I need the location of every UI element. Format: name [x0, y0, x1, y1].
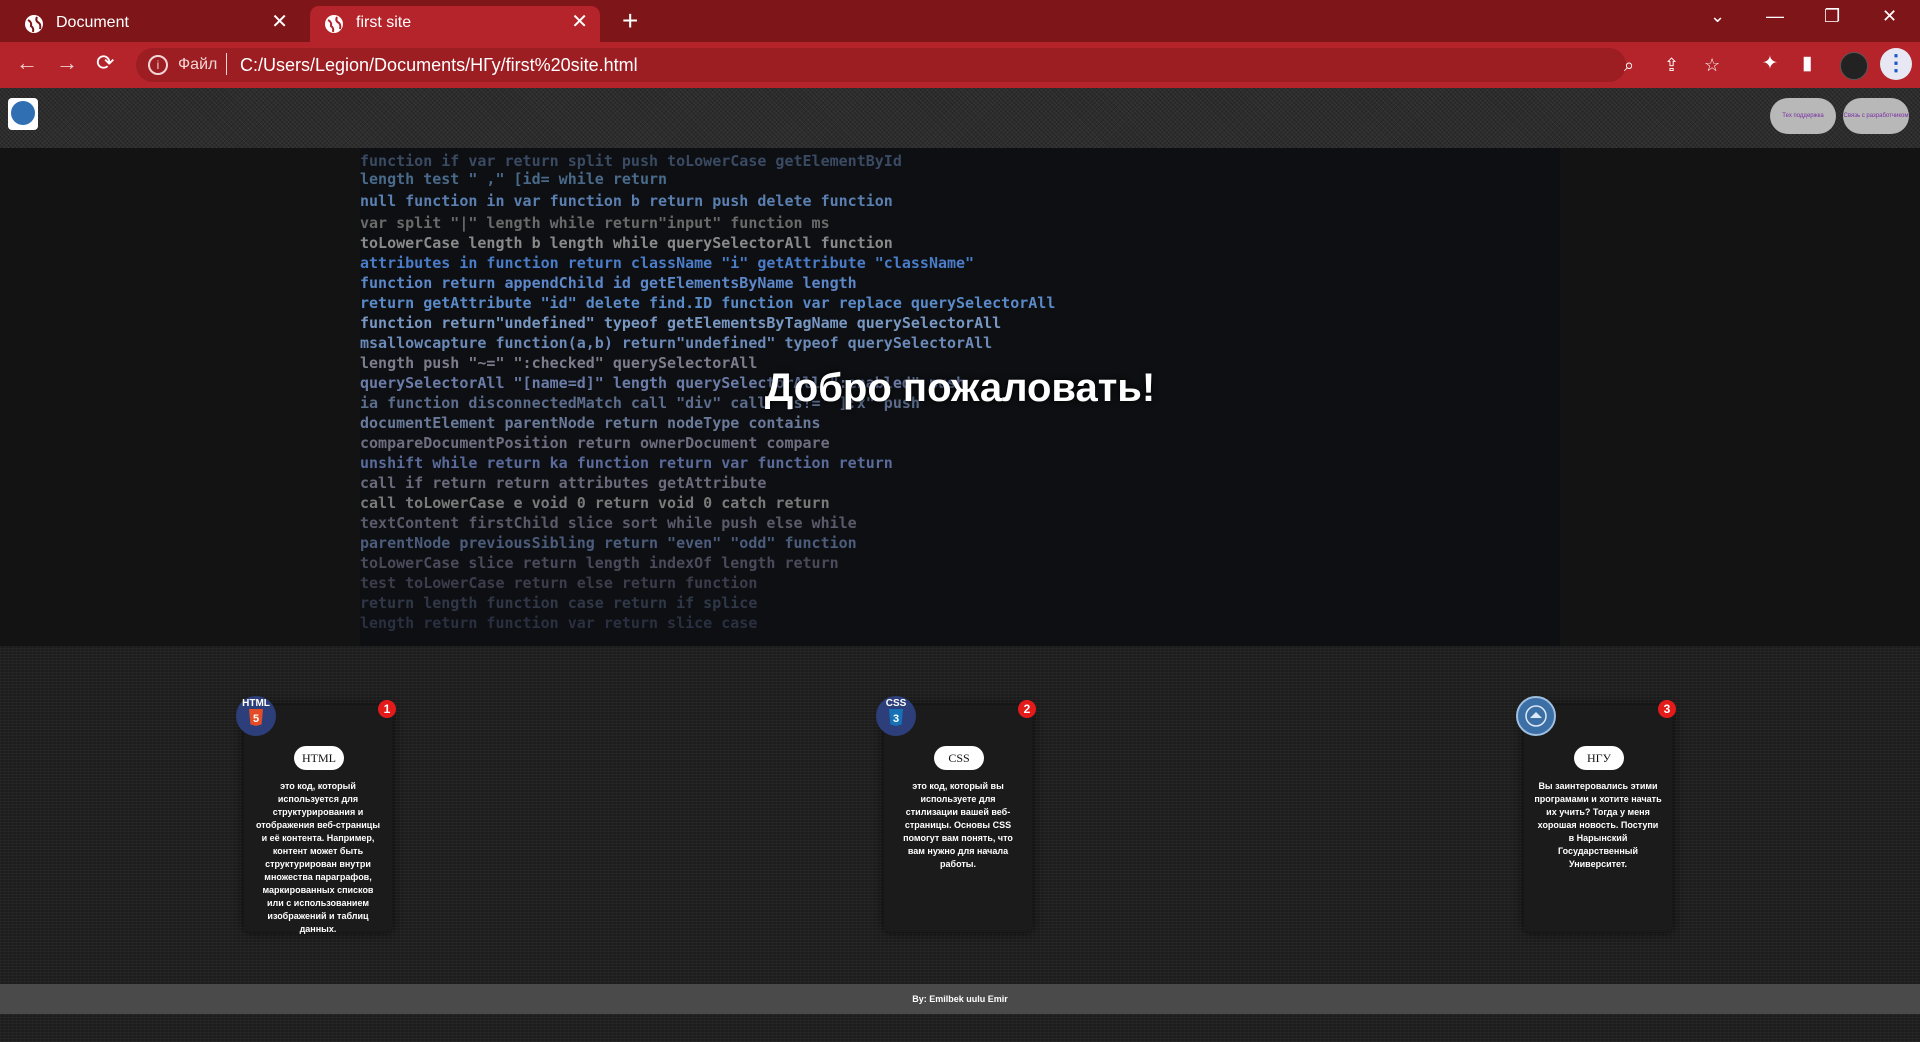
back-arrow-icon[interactable]: ← [16, 50, 38, 76]
tab-search-chevron-icon[interactable]: ⌄ [1710, 6, 1725, 27]
card-description: Вы заинтеровались этими програмами и хот… [1534, 781, 1662, 869]
tab-strip: Document ✕ first site ✕ + ⌄ — ❐ ✕ [0, 0, 1920, 42]
hero-banner: function if var return split push toLowe… [0, 148, 1920, 646]
card-description: это код, который вы используете для стил… [903, 781, 1013, 869]
card-number-badge: 1 [378, 700, 396, 718]
divider [226, 53, 227, 75]
tab-document[interactable]: Document ✕ [10, 6, 300, 42]
card-number-badge: 3 [1658, 700, 1676, 718]
minimize-button[interactable]: — [1766, 6, 1784, 27]
html5-icon: HTML 5 [236, 696, 276, 736]
address-bar[interactable]: i Файл C:/Users/Legion/Documents/НГу/fir… [136, 48, 1720, 82]
profile-avatar[interactable] [1840, 52, 1868, 80]
new-tab-button[interactable]: + [622, 5, 638, 37]
card-css: CSS 3 2 CSS это код, который вы использу… [876, 696, 1036, 932]
forward-arrow-icon[interactable]: → [56, 50, 78, 76]
globe-icon [25, 15, 43, 33]
university-emblem-icon [1516, 696, 1556, 736]
close-tab-icon[interactable]: ✕ [271, 11, 288, 33]
url-text[interactable]: C:/Users/Legion/Documents/НГу/first%20si… [240, 55, 638, 76]
file-scheme-label: Файл [178, 56, 218, 73]
card-ngu: 3 НГУ Вы заинтеровались этими програмами… [1516, 696, 1676, 932]
contact-developer-button[interactable]: Связь с разработчиком [1843, 98, 1909, 134]
bookmark-star-icon[interactable]: ☆ [1704, 55, 1720, 76]
info-icon[interactable]: i [148, 55, 168, 75]
css3-icon: CSS 3 [876, 696, 916, 736]
svg-text:5: 5 [253, 713, 259, 725]
side-panel-icon[interactable]: ▮ [1802, 52, 1812, 75]
card-html: HTML 5 1 HTML это код, который используе… [236, 696, 396, 934]
hero-title: Добро пожаловать! [764, 366, 1156, 410]
site-footer: By: Emilbek uulu Emir [0, 984, 1920, 1014]
support-button[interactable]: Тех поддержка [1770, 98, 1836, 134]
site-header: Тех поддержка Связь с разработчиком [0, 88, 1920, 148]
zoom-icon[interactable]: ⌕ [1624, 55, 1634, 76]
extensions-puzzle-icon[interactable]: ✦ [1762, 52, 1778, 75]
globe-icon [325, 15, 343, 33]
kebab-menu-icon[interactable]: ⋮ [1880, 48, 1912, 80]
reload-icon[interactable]: ⟳ [96, 50, 114, 76]
card-title-pill[interactable]: НГУ [1574, 746, 1624, 770]
card-description: это код, который используется для структ… [255, 781, 381, 934]
card-title-pill[interactable]: CSS [934, 746, 984, 770]
card-number-badge: 2 [1018, 700, 1036, 718]
close-tab-icon[interactable]: ✕ [571, 11, 588, 33]
university-logo[interactable] [8, 98, 38, 130]
share-icon[interactable]: ⇪ [1664, 55, 1679, 76]
restore-button[interactable]: ❐ [1824, 6, 1840, 27]
tab-title: first site [356, 14, 412, 31]
browser-toolbar: ← → ⟳ i Файл C:/Users/Legion/Documents/Н… [0, 42, 1920, 88]
close-window-button[interactable]: ✕ [1882, 6, 1897, 27]
svg-text:3: 3 [893, 713, 899, 725]
tab-first-site[interactable]: first site ✕ [310, 6, 600, 42]
tab-title: Document [56, 14, 129, 31]
card-title-pill[interactable]: HTML [294, 746, 344, 770]
web-page: Тех поддержка Связь с разработчиком func… [0, 88, 1920, 1042]
